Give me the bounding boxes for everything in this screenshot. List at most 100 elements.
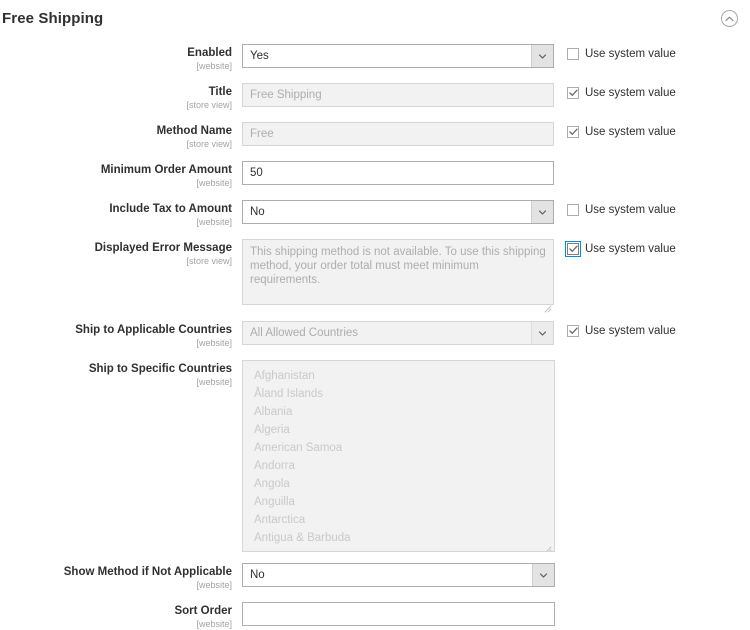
select-value-show-method-if-not-applicable: No: [250, 569, 265, 581]
list-item: Andorra: [254, 460, 295, 472]
field-row-ship-to-specific-countries: Ship to Specific Countries [website] Afgha…: [0, 360, 750, 552]
field-label-enabled: Enabled [website]: [0, 44, 242, 72]
checkbox-use-system-value[interactable]: [565, 241, 581, 257]
multiselect-ship-to-specific-countries: Afghanistan Åland Islands Albania Algeria Am…: [242, 360, 555, 552]
checkbox-use-system-value[interactable]: [567, 48, 579, 60]
field-row-enabled: Enabled [website] Yes Use system value: [0, 44, 750, 72]
select-ship-to-applicable-countries: All Allowed Countries: [242, 321, 554, 345]
field-label-method-name: Method Name [store view]: [0, 122, 242, 150]
label-text: Method Name: [156, 125, 232, 137]
field-control-ship-to-specific-countries: Afghanistan Åland Islands Albania Algeria Am…: [242, 360, 555, 552]
input-method-name: [242, 122, 554, 146]
select-value-enabled: Yes: [250, 50, 269, 62]
label-scope: [website]: [196, 619, 232, 629]
field-row-method-name: Method Name [store view] Use system value: [0, 122, 750, 150]
label-text: Title: [208, 86, 232, 98]
field-label-ship-to-specific-countries: Ship to Specific Countries [website]: [0, 360, 242, 388]
use-system-value-label[interactable]: Use system value: [585, 204, 676, 216]
input-sort-order[interactable]: [242, 602, 555, 626]
use-system-value-method-name[interactable]: Use system value: [567, 122, 676, 138]
label-scope: [website]: [196, 377, 232, 387]
use-system-value-label[interactable]: Use system value: [585, 126, 676, 138]
label-scope: [website]: [196, 338, 232, 348]
label-text: Include Tax to Amount: [109, 203, 232, 215]
field-control-minimum-order-amount: [242, 161, 554, 185]
list-item: Antarctica: [254, 514, 306, 526]
list-item: Albania: [254, 406, 293, 418]
list-item: American Samoa: [254, 442, 343, 454]
label-text: Minimum Order Amount: [100, 164, 232, 176]
chevron-down-icon[interactable]: [532, 564, 554, 586]
list-item: Angola: [254, 478, 290, 490]
free-shipping-form: Enabled [website] Yes Use system value Title…: [0, 38, 750, 630]
field-control-show-method-if-not-applicable: No: [242, 563, 555, 587]
field-label-ship-to-applicable-countries: Ship to Applicable Countries [website]: [0, 321, 242, 349]
page-title: Free Shipping: [2, 10, 104, 27]
label-scope: [website]: [196, 217, 232, 227]
select-value-include-tax-to-amount: No: [250, 206, 265, 218]
label-scope: [website]: [196, 178, 232, 188]
select-value-ship-to-applicable-countries: All Allowed Countries: [250, 327, 359, 339]
field-label-displayed-error-message: Displayed Error Message [store view]: [0, 239, 242, 267]
list-item: Anguilla: [254, 496, 295, 508]
chevron-down-icon[interactable]: [531, 201, 553, 223]
chevron-down-icon[interactable]: [531, 45, 553, 67]
use-system-value-ship-to-applicable-countries[interactable]: Use system value: [567, 321, 676, 337]
list-item: Åland Islands: [254, 388, 324, 400]
field-label-include-tax-to-amount: Include Tax to Amount [website]: [0, 200, 242, 228]
label-text: Ship to Applicable Countries: [75, 324, 232, 336]
field-row-title: Title [store view] Use system value: [0, 83, 750, 111]
field-control-ship-to-applicable-countries: All Allowed Countries Use system value: [242, 321, 676, 345]
select-include-tax-to-amount[interactable]: No: [242, 200, 554, 224]
list-item: Algeria: [254, 424, 290, 436]
field-control-title: Use system value: [242, 83, 676, 107]
field-label-show-method-if-not-applicable: Show Method if Not Applicable [website]: [0, 563, 242, 591]
field-row-include-tax-to-amount: Include Tax to Amount [website] No Use syst…: [0, 200, 750, 228]
label-scope: [store view]: [186, 100, 232, 110]
list-item: Afghanistan: [254, 370, 315, 382]
field-label-title: Title [store view]: [0, 83, 242, 111]
label-text: Displayed Error Message: [94, 242, 232, 254]
field-row-show-method-if-not-applicable: Show Method if Not Applicable [website] No: [0, 563, 750, 591]
checkbox-use-system-value[interactable]: [567, 204, 579, 216]
field-control-displayed-error-message: Use system value: [242, 239, 676, 313]
label-scope: [store view]: [186, 256, 232, 266]
input-minimum-order-amount[interactable]: [242, 161, 554, 185]
use-system-value-title[interactable]: Use system value: [567, 83, 676, 99]
field-label-minimum-order-amount: Minimum Order Amount [website]: [0, 161, 242, 189]
use-system-value-enabled[interactable]: Use system value: [567, 44, 676, 60]
section-header: Free Shipping: [0, 0, 750, 38]
chevron-down-icon: [531, 322, 553, 344]
label-text: Enabled: [187, 47, 232, 59]
field-control-method-name: Use system value: [242, 122, 676, 146]
checkbox-use-system-value[interactable]: [567, 325, 579, 337]
use-system-value-label[interactable]: Use system value: [585, 87, 676, 99]
chevron-up-circle-icon[interactable]: [721, 10, 738, 27]
use-system-value-label[interactable]: Use system value: [585, 325, 676, 337]
use-system-value-displayed-error-message[interactable]: Use system value: [565, 239, 676, 257]
label-scope: [store view]: [186, 139, 232, 149]
checkbox-use-system-value[interactable]: [567, 87, 579, 99]
textarea-wrap-displayed-error-message: [242, 239, 554, 313]
use-system-value-include-tax-to-amount[interactable]: Use system value: [567, 200, 676, 216]
field-control-sort-order: [242, 602, 555, 626]
label-scope: [website]: [196, 580, 232, 590]
field-row-displayed-error-message: Displayed Error Message [store view] Use s…: [0, 239, 750, 313]
field-control-include-tax-to-amount: No Use system value: [242, 200, 676, 224]
use-system-value-label[interactable]: Use system value: [585, 243, 676, 255]
field-row-minimum-order-amount: Minimum Order Amount [website]: [0, 161, 750, 189]
list-item: Antigua & Barbuda: [254, 532, 351, 544]
checkbox-use-system-value[interactable]: [567, 126, 579, 138]
use-system-value-label[interactable]: Use system value: [585, 48, 676, 60]
select-show-method-if-not-applicable[interactable]: No: [242, 563, 555, 587]
label-text: Show Method if Not Applicable: [63, 566, 232, 578]
select-enabled[interactable]: Yes: [242, 44, 554, 68]
label-scope: [website]: [196, 61, 232, 71]
field-row-ship-to-applicable-countries: Ship to Applicable Countries [website] All…: [0, 321, 750, 349]
field-label-sort-order: Sort Order [website]: [0, 602, 242, 630]
textarea-displayed-error-message: [242, 239, 554, 305]
field-control-enabled: Yes Use system value: [242, 44, 676, 68]
input-title: [242, 83, 554, 107]
label-text: Ship to Specific Countries: [88, 363, 232, 375]
field-row-sort-order: Sort Order [website]: [0, 602, 750, 630]
